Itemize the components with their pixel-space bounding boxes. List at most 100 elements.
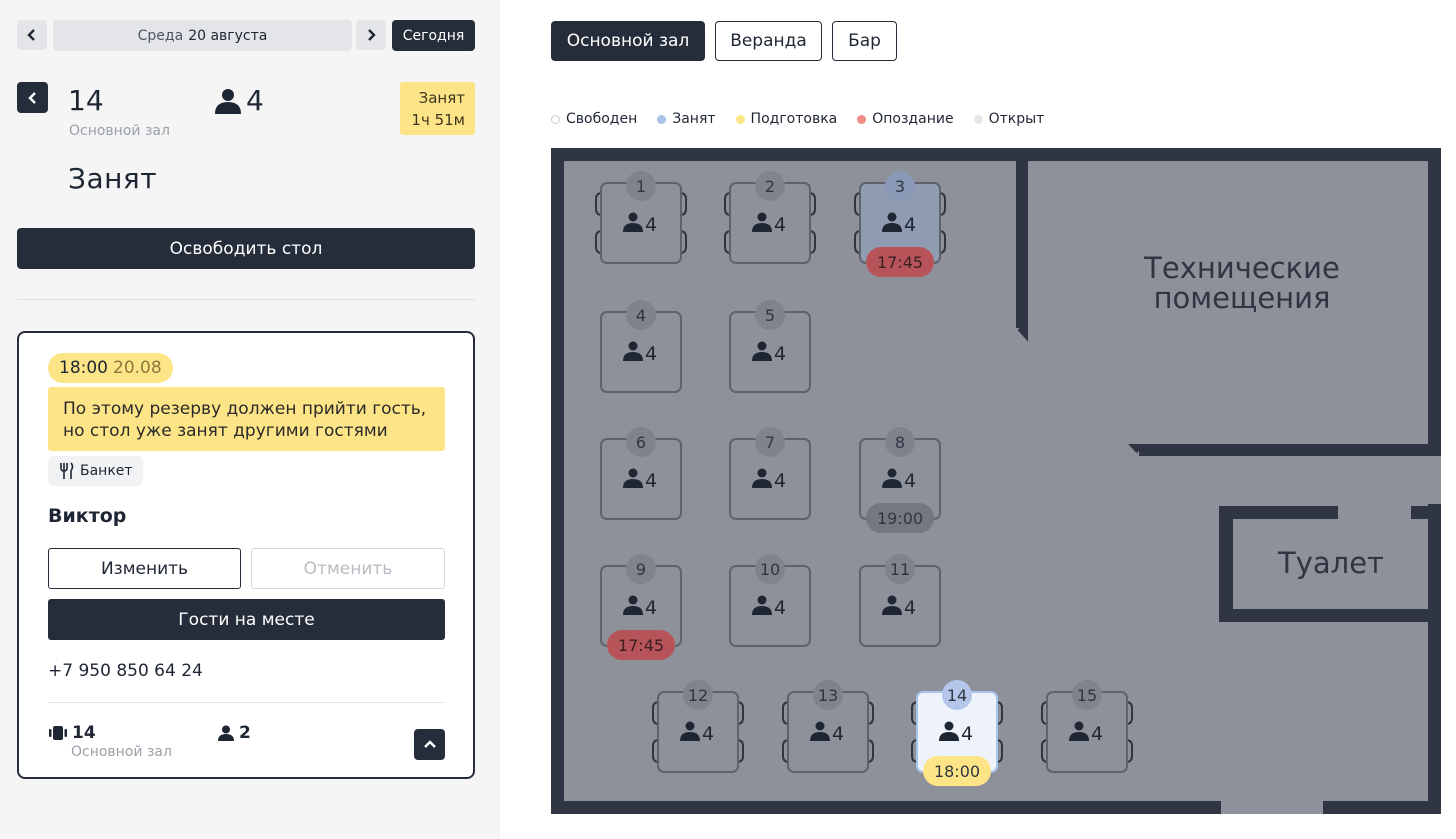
- reservation-time-label: 19:00: [877, 509, 923, 528]
- zone-tab-main[interactable]: Основной зал: [551, 21, 705, 61]
- back-button[interactable]: [17, 82, 48, 113]
- reservation-time: 18:00: [59, 358, 108, 378]
- wall: [551, 801, 1221, 814]
- legend-open: Открыт: [973, 111, 1045, 127]
- legend-occupied: Занят: [657, 111, 716, 127]
- table-capacity-label: 4: [832, 723, 844, 745]
- legend-label: Открыт: [988, 111, 1045, 127]
- table-capacity-label: 4: [904, 597, 916, 619]
- table-capacity-label: 4: [645, 214, 657, 236]
- table-number-label: 1: [636, 177, 646, 196]
- legend-dot: [735, 114, 745, 124]
- cutlery-icon: [60, 462, 74, 479]
- table-number-label: 14: [947, 686, 967, 705]
- reservation-table: 14: [48, 723, 96, 743]
- table-number-label: 4: [636, 306, 646, 325]
- table-capacity-label: 4: [961, 723, 973, 745]
- zone-tab-veranda[interactable]: Веранда: [715, 21, 822, 61]
- table-chairs-icon: [49, 726, 67, 740]
- wall: [1428, 148, 1441, 450]
- table-13[interactable]: 13 4: [782, 680, 874, 773]
- table-capacity-label: 4: [645, 343, 657, 365]
- table-5[interactable]: 54: [729, 300, 811, 393]
- table-6[interactable]: 64: [600, 427, 682, 520]
- guest-phone[interactable]: +7 950 850 64 24: [48, 661, 203, 681]
- table-1[interactable]: 14: [595, 171, 687, 264]
- tech-room-label-1: Технические: [1143, 251, 1340, 285]
- table-capacity-label: 4: [1091, 723, 1103, 745]
- table-14[interactable]: 14 4 18:00: [911, 680, 1003, 786]
- badge-duration: 1ч 51м: [411, 111, 465, 129]
- collapse-button[interactable]: [414, 729, 445, 760]
- guest-name: Виктор: [48, 505, 127, 527]
- table-3[interactable]: 3 4 17:45: [854, 171, 946, 277]
- table-number-label: 6: [636, 433, 646, 452]
- guests-arrived-button[interactable]: Гости на месте: [48, 599, 445, 640]
- table-status: Занят: [68, 162, 158, 195]
- wall: [551, 148, 1441, 161]
- table-10[interactable]: 10 4: [729, 554, 811, 647]
- table-number-label: 8: [895, 433, 905, 452]
- card-divider: [48, 702, 445, 703]
- legend-dot: [551, 114, 560, 124]
- wall: [1428, 504, 1441, 814]
- conflict-warning: По этому резерву должен прийти гость, но…: [48, 387, 445, 451]
- wall: [551, 148, 564, 814]
- status-legend: Свободен Занят Подготовка Опоздание Откр…: [551, 111, 1064, 127]
- table-capacity-label: 4: [904, 470, 916, 492]
- table-capacity-label: 4: [774, 343, 786, 365]
- prev-day-button[interactable]: [17, 20, 47, 50]
- toilet-label: Туалет: [1277, 546, 1384, 580]
- today-button[interactable]: Сегодня: [392, 20, 475, 51]
- table-number: 14: [68, 84, 104, 117]
- tech-room-label-2: помещения: [1154, 281, 1331, 315]
- occupied-duration-badge: Занят 1ч 51м: [400, 82, 475, 135]
- table-details-panel: Среда 20 августа Сегодня 14 Основной зал…: [0, 0, 500, 839]
- chevron-left-icon: [27, 91, 36, 104]
- table-number-label: 9: [636, 560, 646, 579]
- reservation-time-label: 18:00: [934, 762, 980, 781]
- table-11[interactable]: 11 4: [859, 554, 941, 647]
- event-tag: Банкет: [48, 456, 143, 486]
- legend-label: Подготовка: [750, 111, 838, 127]
- zone-tab-bar[interactable]: Бар: [832, 21, 897, 61]
- cancel-reservation-button[interactable]: Отменить: [251, 548, 445, 589]
- free-table-button[interactable]: Освободить стол: [17, 228, 475, 269]
- table-capacity-label: 4: [645, 470, 657, 492]
- table-number-label: 7: [765, 433, 775, 452]
- table-9[interactable]: 9 4 17:45: [600, 554, 682, 660]
- table-capacity: 4: [214, 84, 264, 117]
- reservation-time-label: 17:45: [877, 253, 923, 272]
- table-number-label: 11: [890, 560, 910, 579]
- table-12[interactable]: 12 4: [652, 680, 744, 773]
- wall: [1411, 506, 1441, 519]
- reservation-card: 18:00 20.08 По этому резерву должен прий…: [17, 331, 475, 779]
- legend-label: Занят: [672, 111, 716, 127]
- chevron-up-icon: [423, 739, 436, 748]
- reservation-guest-count: 2: [239, 723, 251, 743]
- legend-dot: [657, 114, 667, 124]
- divider: [17, 299, 475, 300]
- table-number-label: 3: [895, 177, 905, 196]
- next-day-button[interactable]: [356, 20, 386, 50]
- table-capacity-label: 4: [645, 597, 657, 619]
- table-15[interactable]: 15 4: [1041, 680, 1133, 773]
- table-7[interactable]: 74: [729, 427, 811, 520]
- wall: [1016, 148, 1028, 328]
- capacity-value: 4: [246, 84, 264, 117]
- edit-reservation-button[interactable]: Изменить: [48, 548, 241, 589]
- legend-late: Опоздание: [857, 111, 954, 127]
- reservation-date: 20.08: [113, 358, 162, 378]
- table-2[interactable]: 24: [724, 171, 816, 264]
- table-4[interactable]: 44: [600, 300, 682, 393]
- legend-label: Опоздание: [872, 111, 954, 127]
- legend-preparation: Подготовка: [735, 111, 838, 127]
- table-number-label: 2: [765, 177, 775, 196]
- table-capacity-label: 4: [904, 214, 916, 236]
- event-tag-label: Банкет: [80, 463, 133, 479]
- table-8[interactable]: 8 4 19:00: [859, 427, 941, 533]
- table-number-label: 10: [760, 560, 780, 579]
- table-number-label: 13: [818, 686, 838, 705]
- date-selector[interactable]: Среда 20 августа: [53, 20, 352, 51]
- table-number-label: 12: [688, 686, 708, 705]
